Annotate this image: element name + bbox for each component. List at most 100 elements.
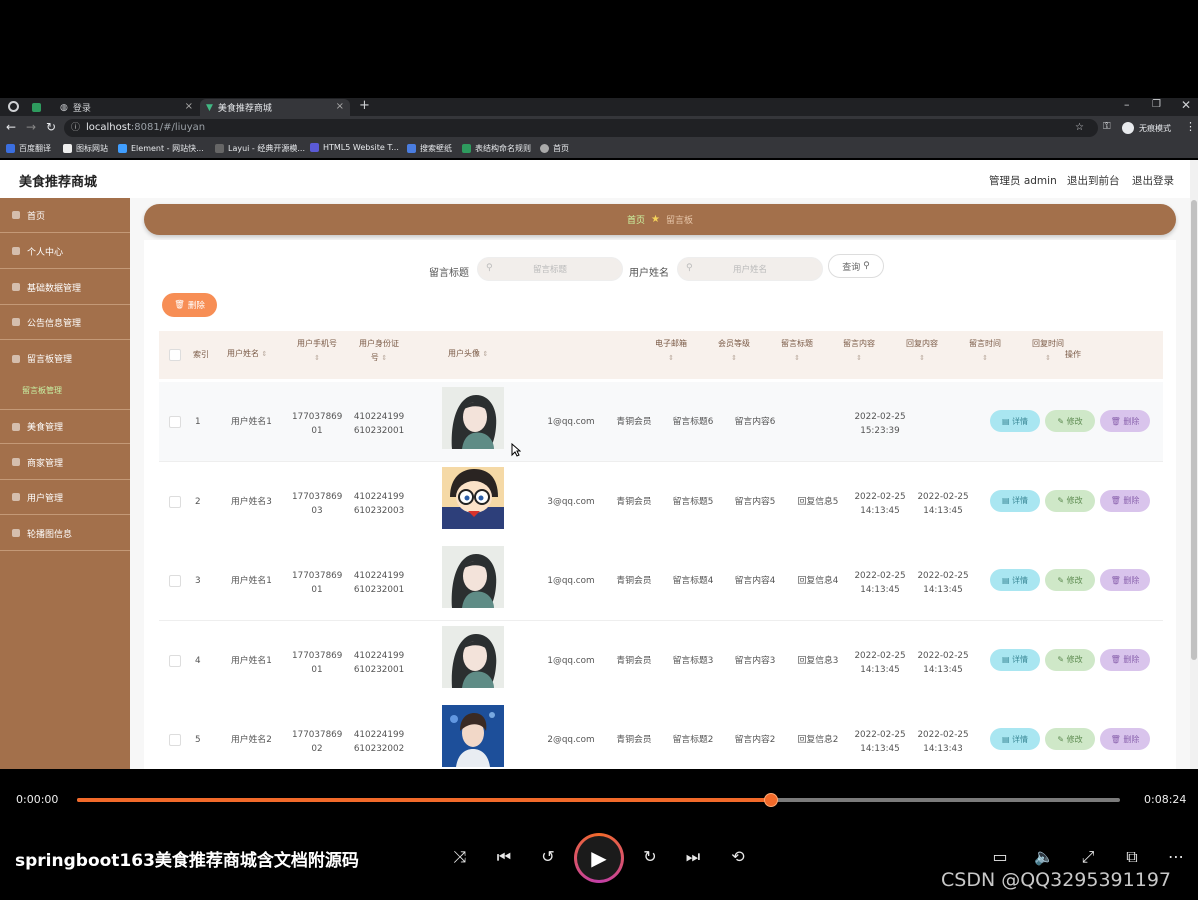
col-msg-time[interactable]: 留言时间 ⇕ — [960, 337, 1010, 365]
volume-icon[interactable]: 🔈 — [1032, 847, 1056, 866]
play-button[interactable]: ▶ — [574, 833, 624, 883]
previous-icon[interactable]: ⏮ — [492, 847, 516, 867]
delete-button[interactable]: 🗑 删除 — [1100, 569, 1150, 591]
detail-button[interactable]: ▤ 详情 — [990, 489, 1040, 512]
bookmark-item[interactable]: Layui - 经典开源模... — [215, 143, 305, 154]
logout-link[interactable]: 退出登录 — [1132, 173, 1174, 188]
col-id-card[interactable]: 用户身份证号 ⇕ — [352, 337, 406, 365]
progress-handle[interactable] — [764, 793, 778, 807]
forward-30-icon[interactable]: ↻ — [638, 847, 662, 866]
subtitles-icon[interactable]: ▭ — [988, 847, 1012, 866]
cell-reply-time: 2022-02-25 14:13:45 — [910, 569, 976, 597]
sidebar-item-users[interactable]: 用户管理 — [0, 480, 130, 515]
bookmark-item[interactable]: 百度翻译 — [6, 143, 51, 154]
sidebar-item-messages[interactable]: 留言板管理 — [0, 341, 130, 376]
edit-button[interactable]: ✎ 修改 — [1045, 648, 1095, 671]
edit-button[interactable]: ✎ 修改 — [1045, 489, 1095, 512]
row-checkbox[interactable] — [169, 654, 181, 667]
bookmark-item[interactable]: Element - 网站快... — [118, 143, 204, 154]
fullscreen-icon[interactable]: ⤢ — [1076, 847, 1100, 867]
tab-app[interactable] — [26, 99, 52, 116]
back-icon[interactable]: ← — [6, 120, 16, 134]
delete-button[interactable]: 🗑 删除 — [1100, 648, 1150, 671]
close-icon[interactable]: × — [336, 101, 344, 112]
batch-delete-button[interactable]: 🗑 删除 — [162, 293, 217, 317]
row-checkbox[interactable] — [169, 495, 181, 508]
detail-button[interactable]: ▤ 详情 — [990, 410, 1040, 432]
close-icon[interactable]: × — [185, 101, 193, 112]
breadcrumb-home[interactable]: 首页 — [627, 213, 645, 226]
row-checkbox[interactable] — [169, 734, 181, 746]
user-avatar[interactable] — [442, 546, 504, 608]
browser-logo-icon[interactable] — [8, 101, 19, 112]
bookmark-item[interactable]: HTML5 Website T... — [310, 143, 399, 152]
user-avatar[interactable] — [442, 466, 504, 529]
user-avatar[interactable] — [442, 705, 504, 767]
sidebar-item-food[interactable]: 美食管理 — [0, 409, 130, 444]
url-path: :8081/#/liuyan — [130, 122, 206, 133]
col-level[interactable]: 会员等级 ⇕ — [709, 337, 759, 365]
edit-button[interactable]: ✎ 修改 — [1045, 728, 1095, 750]
col-user-name[interactable]: 用户姓名 ⇕ — [227, 347, 267, 361]
detail-button[interactable]: ▤ 详情 — [990, 728, 1040, 750]
row-checkbox[interactable] — [169, 416, 181, 428]
incognito-avatar[interactable] — [1122, 122, 1134, 134]
bookmark-item[interactable]: 搜索壁纸 — [407, 143, 452, 154]
select-all-checkbox[interactable] — [169, 349, 181, 361]
sidebar-item-carousel[interactable]: 轮播图信息 — [0, 516, 130, 551]
col-avatar[interactable]: 用户头像 ⇕ — [448, 347, 488, 361]
cell-reply-time: 2022-02-25 14:13:45 — [910, 649, 976, 677]
reload-icon[interactable]: ↻ — [46, 120, 56, 134]
rewind-icon[interactable]: ↺ — [536, 847, 560, 866]
bookmark-star-icon[interactable]: ☆ — [1075, 119, 1084, 137]
scrollbar-thumb[interactable] — [1191, 200, 1197, 660]
detail-button[interactable]: ▤ 详情 — [990, 569, 1040, 591]
browser-menu-icon[interactable]: ⋮ — [1185, 120, 1196, 133]
user-search-input[interactable]: ⚲ 用户姓名 — [677, 257, 823, 281]
bookmark-item[interactable]: 图标网站 — [63, 143, 108, 154]
sidebar-item-merchant[interactable]: 商家管理 — [0, 445, 130, 480]
user-avatar[interactable] — [442, 625, 504, 688]
edit-button[interactable]: ✎ 修改 — [1045, 569, 1095, 591]
title-search-input[interactable]: ⚲ 留言标题 — [477, 257, 623, 281]
col-email[interactable]: 电子邮箱 ⇕ — [646, 337, 696, 365]
row-checkbox[interactable] — [169, 575, 181, 587]
delete-button[interactable]: 🗑 删除 — [1100, 489, 1150, 512]
user-avatar[interactable] — [442, 387, 504, 449]
back-to-front-link[interactable]: 退出到前台 — [1067, 173, 1120, 188]
col-reply[interactable]: 回复内容 ⇕ — [897, 337, 947, 365]
restore-icon[interactable]: ❐ — [1152, 99, 1161, 110]
tab-login[interactable]: ◍ 登录 × — [54, 99, 199, 116]
sidebar-item-profile[interactable]: 个人中心 — [0, 234, 130, 269]
edit-button[interactable]: ✎ 修改 — [1045, 410, 1095, 432]
forward-icon[interactable]: → — [26, 120, 36, 134]
key-icon[interactable]: ⚿ — [1103, 121, 1111, 132]
shuffle-icon[interactable]: ⤨ — [448, 847, 472, 867]
sidebar-subitem-messages[interactable]: 留言板管理 — [22, 385, 62, 396]
loop-icon[interactable]: ⟲ — [726, 847, 750, 866]
button-label: 修改 — [1066, 575, 1083, 585]
bookmark-item[interactable]: 首页 — [540, 143, 569, 154]
detail-button[interactable]: ▤ 详情 — [990, 648, 1040, 671]
sidebar-item-notice[interactable]: 公告信息管理 — [0, 305, 130, 340]
window-close-icon[interactable]: ✕ — [1181, 98, 1191, 112]
new-tab-icon[interactable]: + — [359, 98, 370, 113]
col-phone[interactable]: 用户手机号 ⇕ — [292, 337, 342, 365]
delete-button[interactable]: 🗑 删除 — [1100, 410, 1150, 432]
col-msg-content[interactable]: 留言内容 ⇕ — [834, 337, 884, 365]
next-icon[interactable]: ⏭ — [681, 847, 705, 867]
sidebar-item-base-data[interactable]: 基础数据管理 — [0, 270, 130, 305]
miniplayer-icon[interactable]: ⧉ — [1120, 847, 1144, 867]
delete-button[interactable]: 🗑 删除 — [1100, 728, 1150, 750]
sidebar: 首页 个人中心 基础数据管理 公告信息管理 留言板管理 留言板管理 美食管理 商… — [0, 198, 130, 769]
url-input[interactable]: ⓘ localhost:8081/#/liuyan ☆ — [64, 119, 1098, 137]
tab-active[interactable]: ▼ 美食推荐商城 × — [200, 99, 350, 116]
cell-index: 5 — [195, 735, 201, 745]
bookmark-item[interactable]: 表结构命名规则 — [462, 143, 531, 154]
cell-level: 青铜会员 — [616, 735, 652, 745]
more-icon[interactable]: ⋯ — [1164, 847, 1188, 866]
col-msg-title[interactable]: 留言标题 ⇕ — [772, 337, 822, 365]
minimize-icon[interactable]: – — [1124, 98, 1130, 111]
search-button[interactable]: 查询 ⚲ — [828, 254, 884, 278]
sidebar-item-home[interactable]: 首页 — [0, 198, 130, 233]
